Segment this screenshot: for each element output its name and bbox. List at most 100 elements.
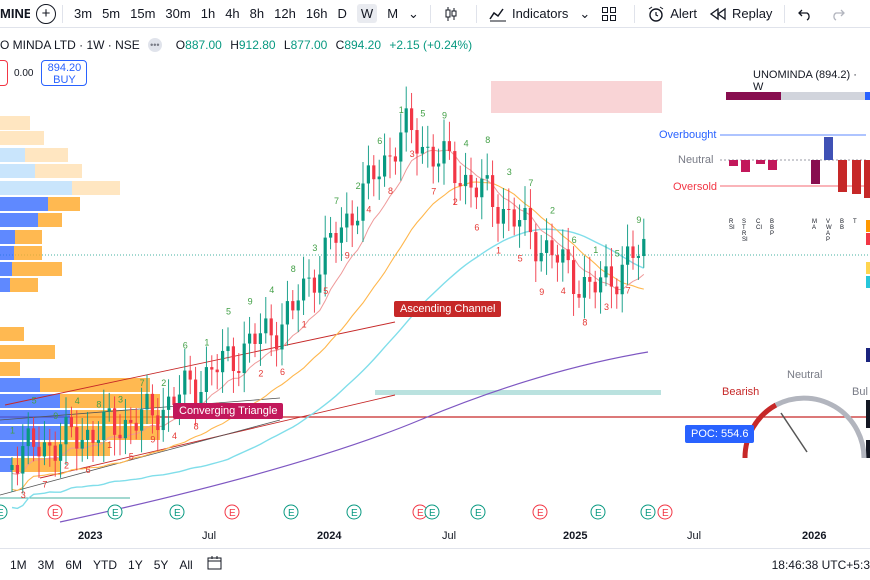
close-label: C xyxy=(335,38,345,52)
symbol-legend[interactable]: O MINDA LTD · 1W · NSE ••• O887.00 H912.… xyxy=(0,38,477,52)
td-count: 7 xyxy=(334,196,339,206)
candle-body xyxy=(577,294,581,298)
interval-1h[interactable]: 1h xyxy=(201,6,215,21)
interval-3m[interactable]: 3m xyxy=(74,6,92,21)
range-3m[interactable]: 3M xyxy=(38,558,55,572)
oscillator-bars xyxy=(729,137,861,194)
td-count: 3 xyxy=(118,395,123,405)
indicators-button[interactable]: Indicators xyxy=(489,6,568,22)
earnings-letter: E xyxy=(229,508,236,519)
time-axis-label: Jul xyxy=(687,530,702,542)
date-range-calendar-icon[interactable] xyxy=(207,556,223,573)
redo-button[interactable] xyxy=(830,7,851,21)
volume-profile-bar xyxy=(14,246,42,260)
converging-triangle-label[interactable]: Converging Triangle xyxy=(173,403,284,419)
price-chart[interactable]: 1 3 5 7 9 2 4 6 8 1 3 5 7 9 2 4 6 8 1 3 5 7 9 2 4 6 8 1 3 5 7 9 2 4 6 8 1 3 5 7… xyxy=(0,28,870,548)
range-1m[interactable]: 1M xyxy=(10,558,27,572)
earnings-letter: E xyxy=(595,508,602,519)
buy-price: 894.20 xyxy=(47,62,82,74)
range-1y[interactable]: 1Y xyxy=(128,558,143,572)
candle-body xyxy=(329,232,333,238)
td-count: 2 xyxy=(453,197,458,207)
candle-body xyxy=(156,415,160,431)
range-5y[interactable]: 5Y xyxy=(154,558,169,572)
alert-button[interactable]: Alert xyxy=(647,6,697,22)
buy-button[interactable]: 894.20 BUY xyxy=(41,60,88,86)
td-count: 4 xyxy=(172,431,177,441)
candle-body xyxy=(32,428,36,447)
spread-value: 0.00 xyxy=(14,67,34,79)
candle-body xyxy=(485,175,489,179)
layout-templates-button[interactable] xyxy=(601,6,622,22)
interval-15m[interactable]: 15m xyxy=(130,6,155,21)
candle-body xyxy=(188,370,192,380)
volume-profile-bar xyxy=(0,378,40,392)
volume-profile-bar xyxy=(72,181,120,195)
volume-profile-bar xyxy=(0,345,55,359)
candle-body xyxy=(269,318,273,336)
earnings-letter: E xyxy=(351,508,358,519)
undo-button[interactable] xyxy=(797,7,818,21)
range-all[interactable]: All xyxy=(179,558,192,572)
symbol-search-button[interactable]: MINE xyxy=(0,6,30,21)
td-count: 3 xyxy=(312,243,317,253)
interval-d[interactable]: D xyxy=(338,6,347,21)
candle-body xyxy=(636,256,640,258)
td-count: 9 xyxy=(53,411,58,421)
td-count: 6 xyxy=(474,222,479,232)
interval-16h[interactable]: 16h xyxy=(306,6,328,21)
candle-body xyxy=(474,187,478,198)
time-axis-label: Jul xyxy=(202,530,217,542)
oscillator-bar xyxy=(768,160,777,170)
range-6m[interactable]: 6M xyxy=(65,558,82,572)
td-count: 2 xyxy=(64,461,69,471)
interval-5m[interactable]: 5m xyxy=(102,6,120,21)
candle-body xyxy=(129,419,133,423)
poc-label[interactable]: POC: 554.6 xyxy=(685,425,755,443)
time-axis-label: Jul xyxy=(442,530,457,542)
interval-12h[interactable]: 12h xyxy=(274,6,296,21)
volume-profile-bar xyxy=(0,394,60,408)
interval-w[interactable]: W xyxy=(356,4,378,23)
supply-zone-rect[interactable] xyxy=(491,81,662,113)
td-count: 3 xyxy=(507,167,512,177)
candle-body xyxy=(604,266,608,278)
candle-body xyxy=(102,411,106,441)
interval-dropdown-chevron-icon[interactable]: ⌄ xyxy=(408,6,419,22)
candle-body xyxy=(642,238,646,257)
interval-m[interactable]: M xyxy=(387,6,398,21)
legend-title[interactable]: O MINDA LTD · 1W · NSE xyxy=(0,38,140,52)
interval-30m[interactable]: 30m xyxy=(165,6,190,21)
demand-zone-rect[interactable] xyxy=(375,390,661,395)
volume-profile-bar xyxy=(10,278,38,292)
candle-body xyxy=(140,409,144,431)
edge-chip-blue xyxy=(865,92,870,100)
candle-style-button[interactable] xyxy=(443,6,464,22)
candle-body xyxy=(69,417,73,428)
interval-8h[interactable]: 8h xyxy=(250,6,264,21)
legend-more-icon[interactable]: ••• xyxy=(147,38,162,52)
indicators-chevron-icon[interactable]: ⌄ xyxy=(579,6,590,22)
open-label: O xyxy=(175,38,186,52)
high-label: H xyxy=(230,38,239,52)
candle-body xyxy=(285,301,289,325)
candle-body xyxy=(59,444,63,461)
oversold-label: Oversold xyxy=(673,181,718,193)
candle-body xyxy=(447,141,451,152)
volume-profile-bar xyxy=(12,262,62,276)
candle-body xyxy=(167,396,171,410)
earnings-markers[interactable]: EEEEEEEEEEEEEE xyxy=(0,504,673,520)
candlestick-icon xyxy=(445,6,457,21)
compare-plus-icon[interactable]: + xyxy=(36,3,56,24)
volume-profile-bar xyxy=(0,230,15,244)
range-ytd[interactable]: YTD xyxy=(93,558,117,572)
ascending-channel-label[interactable]: Ascending Channel xyxy=(394,301,502,317)
td-count: 3 xyxy=(604,302,609,312)
toolbar-divider xyxy=(429,4,431,23)
interval-4h[interactable]: 4h xyxy=(225,6,239,21)
candle-body xyxy=(550,240,554,256)
replay-button[interactable]: Replay xyxy=(709,6,772,22)
clock-timezone[interactable]: 18:46:38 UTC+5:3 xyxy=(772,558,870,572)
candle-body xyxy=(453,151,457,184)
sell-button[interactable] xyxy=(0,60,8,86)
